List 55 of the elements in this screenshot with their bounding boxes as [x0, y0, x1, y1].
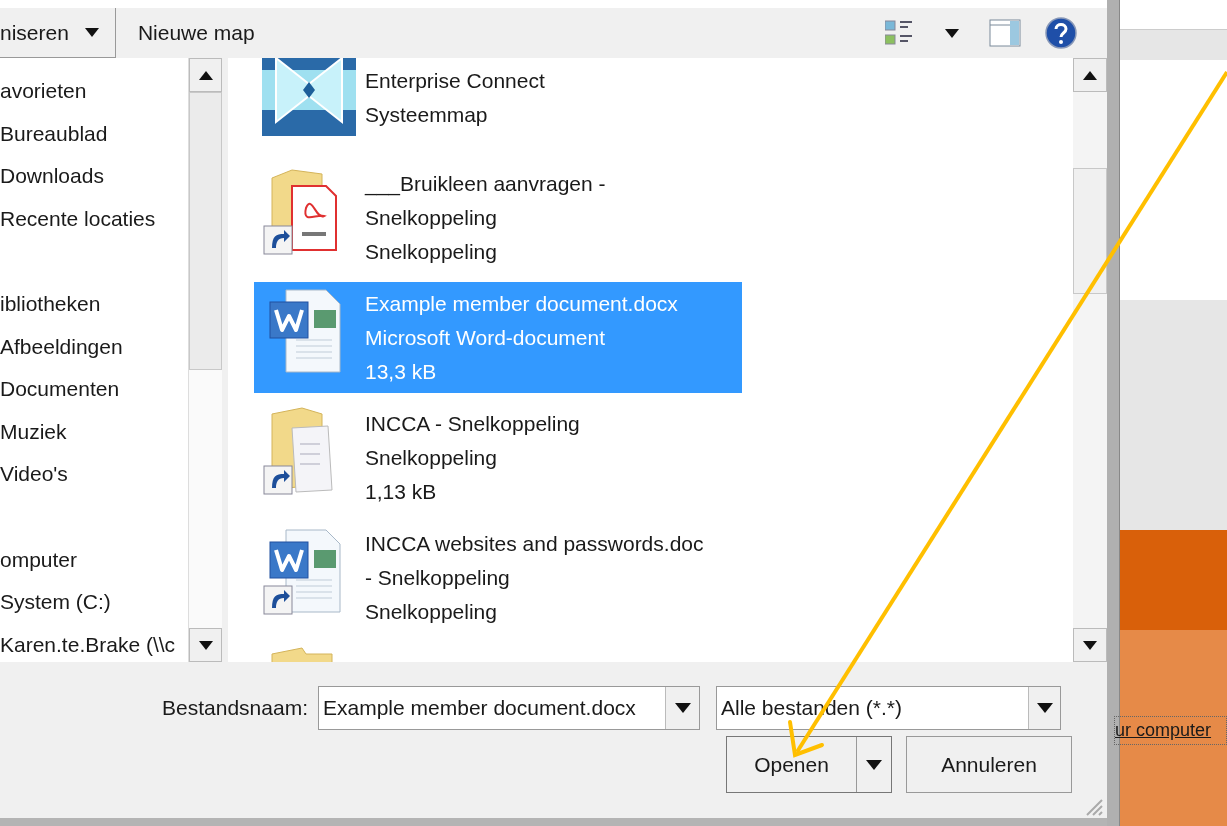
link[interactable]: ur computer — [1114, 716, 1227, 745]
nav-item[interactable]: Karen.te.Brake (\\c — [0, 623, 188, 662]
file-text: - Snelkoppeling — [365, 564, 511, 591]
scrollbar-track[interactable] — [188, 58, 222, 662]
scroll-down-button[interactable] — [189, 628, 222, 662]
file-text: Snelkoppeling — [365, 444, 498, 471]
file-item[interactable]: ___Bruikleen aanvragen - Snelkoppeling Snelkoppeling — [254, 162, 742, 273]
down-arrow-icon — [198, 640, 213, 650]
file-text: 13,3 kB — [365, 358, 438, 385]
scrollbar-thumb[interactable] — [1073, 168, 1107, 294]
file-item[interactable]: Enterprise Connect Systeemmap — [254, 58, 742, 153]
file-item[interactable]: INCCA websites and passwords.doc - Snelkoppeling Snelkoppeling — [254, 522, 742, 633]
file-text: Example member document.docx — [365, 290, 678, 317]
caret-icon — [84, 28, 99, 37]
nav-item[interactable]: System (C:) — [0, 581, 188, 624]
caret-icon — [1036, 703, 1053, 713]
file-text: Microsoft Word-document — [365, 324, 607, 351]
nav-item[interactable]: Documenten — [0, 368, 188, 411]
help-icon[interactable] — [1045, 17, 1077, 49]
view-options-icon[interactable] — [885, 19, 915, 47]
scrollbar-track[interactable] — [1073, 58, 1107, 662]
nav-item[interactable]: Video's — [0, 453, 188, 496]
nav-item[interactable]: Bureaublad — [0, 112, 188, 155]
down-arrow-icon — [1083, 640, 1097, 650]
caret-icon[interactable] — [945, 28, 959, 38]
organize-button[interactable]: niseren — [0, 8, 116, 58]
nav-item[interactable]: Downloads — [0, 155, 188, 198]
file-text: Snelkoppeling — [365, 238, 498, 265]
file-text: Enterprise Connect — [365, 67, 545, 94]
file-text: Systeemmap — [365, 101, 489, 128]
nav-header[interactable]: omputer — [0, 538, 188, 581]
file-item[interactable]: INCCA - Snelkoppeling Snelkoppeling 1,13 kB — [254, 402, 742, 513]
filename-combobox[interactable]: Example member document.docx — [318, 686, 700, 730]
caret-icon — [674, 703, 691, 713]
up-arrow-icon — [1083, 70, 1097, 80]
nav-item[interactable]: Recente locaties — [0, 197, 188, 240]
file-text: ___Bruikleen aanvragen - — [365, 170, 606, 198]
new-folder-button[interactable]: Nieuwe map — [137, 17, 255, 49]
scroll-up-button[interactable] — [189, 58, 222, 92]
file-text: Snelkoppeling — [365, 598, 498, 625]
up-arrow-icon — [198, 70, 213, 80]
nav-header[interactable]: avorieten — [0, 70, 188, 113]
nav-item[interactable]: Muziek — [0, 410, 188, 453]
scrollbar-thumb[interactable] — [189, 92, 222, 370]
field-label: Bestandsnaam: — [161, 695, 309, 722]
caret-icon — [866, 759, 882, 770]
cancel-button[interactable]: Annuleren — [906, 736, 1072, 793]
file-text: Snelkoppeling — [365, 204, 498, 231]
nav-header[interactable]: ibliotheken — [0, 283, 188, 326]
file-text: INCCA websites and passwords.doc — [365, 530, 704, 557]
file-text: 1,13 kB — [365, 478, 438, 505]
nav-item[interactable]: Afbeeldingen — [0, 325, 188, 368]
file-text: INCCA - Snelkoppeling — [365, 410, 580, 437]
scroll-up-button[interactable] — [1073, 58, 1107, 92]
scroll-down-button[interactable] — [1073, 628, 1107, 662]
